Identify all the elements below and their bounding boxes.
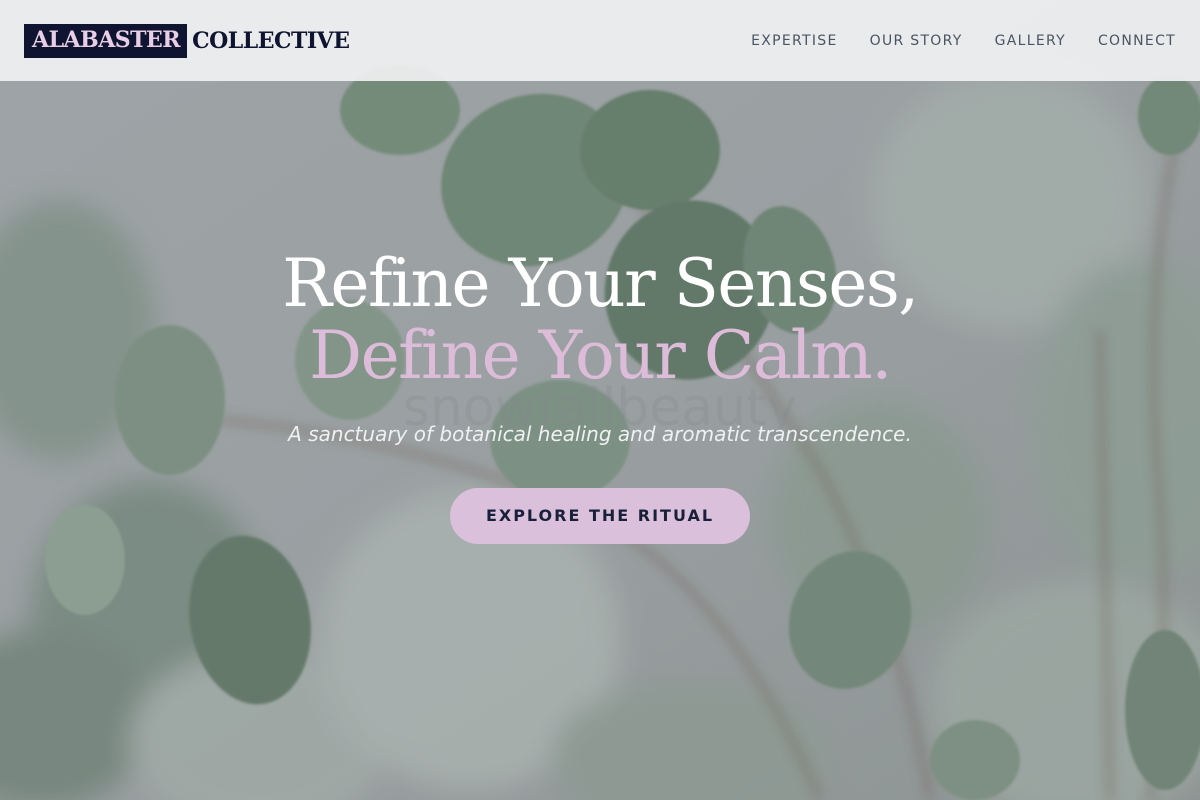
logo-text: COLLECTIVE <box>192 27 350 54</box>
hero-headline: Refine Your Senses, Define Your Calm. <box>0 248 1200 392</box>
logo-box-text: ALABASTER <box>24 23 188 58</box>
explore-ritual-button[interactable]: EXPLORE THE RITUAL <box>450 488 750 544</box>
headline-line-1: Refine Your Senses, <box>282 245 919 322</box>
nav-link-gallery[interactable]: GALLERY <box>995 33 1066 49</box>
nav-link-expertise[interactable]: EXPERTISE <box>751 33 838 49</box>
hero-subtitle: A sanctuary of botanical healing and aro… <box>288 422 912 446</box>
site-header: ALABASTER COLLECTIVE EXPERTISE OUR STORY… <box>0 0 1200 81</box>
nav-link-connect[interactable]: CONNECT <box>1098 33 1176 49</box>
nav-link-our-story[interactable]: OUR STORY <box>870 33 963 49</box>
brand-logo[interactable]: ALABASTER COLLECTIVE <box>24 23 350 58</box>
hero-section: snowfallbeauty Refine Your Senses, Defin… <box>0 248 1200 544</box>
main-nav: EXPERTISE OUR STORY GALLERY CONNECT <box>719 33 1176 49</box>
